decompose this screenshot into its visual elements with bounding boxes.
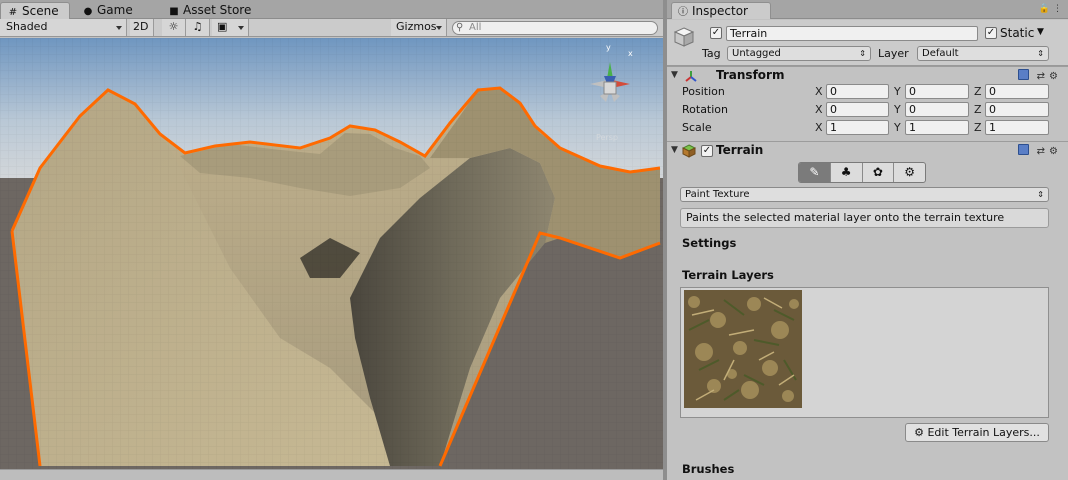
toggle-2d-button[interactable]: 2D xyxy=(130,19,154,36)
preset-icon[interactable]: ⇄ xyxy=(1037,71,1049,82)
hierarchy-search-input[interactable]: ⚲ All xyxy=(452,21,658,35)
terrain-layer-thumbnail[interactable] xyxy=(684,290,802,408)
dropdown-arrow-icon: ⇕ xyxy=(1037,190,1044,199)
static-checkbox[interactable]: ✓ xyxy=(985,27,997,39)
scene-toolbar: Shaded 2D ☼ ♫ ▣ Gizmos ⚲ All xyxy=(0,19,663,37)
dropdown-arrow-icon: ⇕ xyxy=(859,49,866,58)
tab-game[interactable]: ● Game xyxy=(76,2,158,19)
tree-icon: ♣ xyxy=(840,165,852,179)
gear-icon[interactable]: ⚙ xyxy=(1049,146,1062,157)
component-actions: ⇄⚙ xyxy=(1018,69,1062,82)
scene-scrollbar[interactable] xyxy=(0,469,663,480)
effects-dropdown[interactable]: ▣ xyxy=(212,19,249,36)
edit-terrain-layers-button[interactable]: ⚙ Edit Terrain Layers... xyxy=(905,423,1049,442)
scale-y-field[interactable]: 1 xyxy=(905,120,969,135)
lock-icon[interactable]: 🔒 ⋮ xyxy=(1039,4,1062,14)
game-tab-icon: ● xyxy=(83,6,93,17)
gameobject-header: ✓ Terrain ✓ Static ▼ Tag Untagged ⇕ Layer… xyxy=(667,20,1068,66)
terrain-title: Terrain xyxy=(716,143,764,157)
transform-header[interactable]: ▼ Transform ⇄⚙ xyxy=(667,66,1068,84)
terrain-component-header[interactable]: ▼ ✓ Terrain ⇄⚙ xyxy=(667,141,1068,159)
tag-dropdown[interactable]: Untagged ⇕ xyxy=(727,46,871,61)
transform-title: Transform xyxy=(716,68,785,82)
paint-details-tool[interactable]: ✿ xyxy=(863,163,895,182)
shading-mode-dropdown[interactable]: Shaded xyxy=(0,19,127,36)
tab-scene[interactable]: # Scene xyxy=(0,2,70,19)
search-icon: ⚲ xyxy=(456,22,464,33)
static-label: Static xyxy=(1000,26,1035,40)
terrain-settings-tool[interactable]: ⚙ xyxy=(894,163,925,182)
scale-z-field[interactable]: 1 xyxy=(985,120,1049,135)
help-book-icon[interactable] xyxy=(1018,144,1030,155)
svg-text:y: y xyxy=(606,43,611,52)
unity-editor: # Scene ● Game ■ Asset Store Shaded 2D ☼ ♫ … xyxy=(0,0,1068,480)
sun-icon: ☼ xyxy=(168,20,179,33)
info-icon: ⓘ xyxy=(678,7,688,18)
component-actions: ⇄⚙ xyxy=(1018,144,1062,157)
scene-panel: # Scene ● Game ■ Asset Store Shaded 2D ☼ ♫ … xyxy=(0,0,663,480)
tag-label: Tag xyxy=(702,47,721,60)
scale-row: Scale X 1 Y 1 Z 1 xyxy=(667,119,1068,137)
scene-tabbar: # Scene ● Game ■ Asset Store xyxy=(0,0,663,19)
inspector-tabbar: ⓘ Inspector 🔒 ⋮ xyxy=(667,0,1068,19)
gear-icon[interactable]: ⚙ xyxy=(1049,71,1062,82)
inspector-panel: ⓘ Inspector 🔒 ⋮ ✓ Terrain ✓ Static ▼ Tag … xyxy=(667,0,1068,480)
image-icon: ▣ xyxy=(217,20,228,33)
position-z-field[interactable]: 0 xyxy=(985,84,1049,99)
gameobject-name-field[interactable]: Terrain xyxy=(726,26,978,41)
dropdown-arrow-icon: ⇕ xyxy=(1037,49,1044,58)
foldout-arrow-icon[interactable]: ▼ xyxy=(671,70,678,80)
lighting-toggle-button[interactable]: ☼ xyxy=(162,19,186,36)
scene-viewport[interactable]: y x Persp xyxy=(0,38,663,469)
position-x-field[interactable]: 0 xyxy=(826,84,889,99)
position-row: Position X 0 Y 0 Z 0 xyxy=(667,83,1068,101)
gear-icon: ⚙ xyxy=(914,426,924,439)
layer-label: Layer xyxy=(878,47,909,60)
rotation-row: Rotation X 0 Y 0 Z 0 xyxy=(667,101,1068,119)
settings-label: Settings xyxy=(682,236,737,250)
gameobject-cube-icon xyxy=(673,27,695,47)
position-y-field[interactable]: 0 xyxy=(905,84,969,99)
terrain-component-icon xyxy=(682,144,696,158)
tool-description-box: Paints the selected material layer onto … xyxy=(680,208,1049,228)
terrain-scene-render: y x Persp xyxy=(0,38,663,469)
rotation-z-field[interactable]: 0 xyxy=(985,102,1049,117)
paint-mode-dropdown[interactable]: Paint Texture ⇕ xyxy=(680,187,1049,202)
details-icon: ✿ xyxy=(872,165,883,179)
rotation-x-field[interactable]: 0 xyxy=(826,102,889,117)
terrain-layers-label: Terrain Layers xyxy=(682,268,774,282)
terrain-tool-toolbar: ✎ ♣ ✿ ⚙ xyxy=(798,162,926,183)
gear-icon: ⚙ xyxy=(904,165,915,179)
brushes-label: Brushes xyxy=(682,462,735,476)
foldout-arrow-icon[interactable]: ▼ xyxy=(671,145,678,155)
static-dropdown-arrow[interactable]: ▼ xyxy=(1037,27,1044,37)
paint-terrain-tool[interactable]: ✎ xyxy=(799,163,831,182)
svg-text:x: x xyxy=(628,49,633,58)
rotation-y-field[interactable]: 0 xyxy=(905,102,969,117)
gizmos-dropdown[interactable]: Gizmos xyxy=(391,19,447,36)
layer-dropdown[interactable]: Default ⇕ xyxy=(917,46,1049,61)
transform-icon xyxy=(685,71,697,82)
help-book-icon[interactable] xyxy=(1018,69,1030,80)
gameobject-active-checkbox[interactable]: ✓ xyxy=(710,27,722,39)
speaker-icon: ♫ xyxy=(192,20,203,33)
brush-icon: ✎ xyxy=(809,165,820,179)
tab-inspector[interactable]: ⓘ Inspector xyxy=(671,2,771,19)
svg-text:Persp: Persp xyxy=(596,133,618,142)
tab-asset-store[interactable]: ■ Asset Store xyxy=(162,2,266,19)
scale-x-field[interactable]: 1 xyxy=(826,120,889,135)
asset-store-tab-icon: ■ xyxy=(169,6,179,17)
paint-trees-tool[interactable]: ♣ xyxy=(831,163,863,182)
terrain-enabled-checkbox[interactable]: ✓ xyxy=(701,145,713,157)
preset-icon[interactable]: ⇄ xyxy=(1037,146,1049,157)
audio-toggle-button[interactable]: ♫ xyxy=(186,19,210,36)
terrain-layers-list xyxy=(680,287,1049,418)
